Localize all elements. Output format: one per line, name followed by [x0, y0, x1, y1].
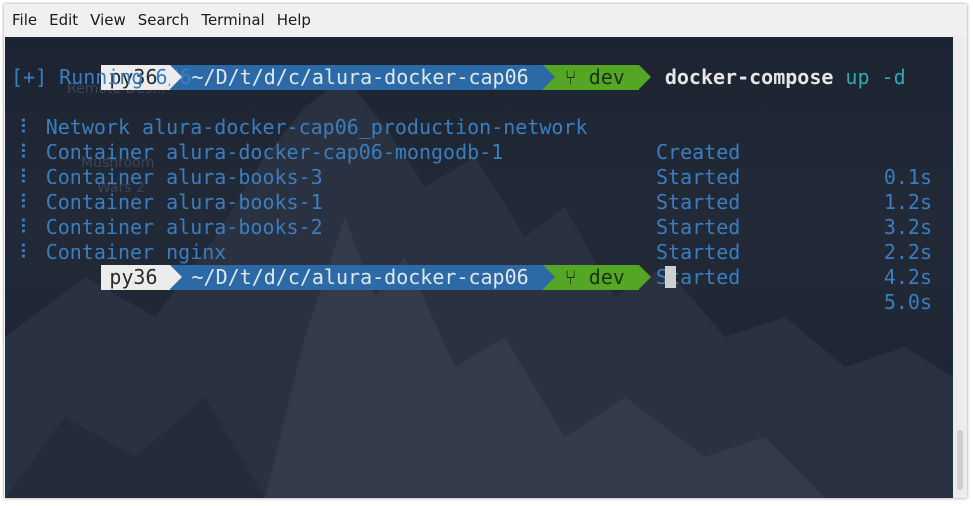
output-row: ⠇ Container alura-books-2 Started 4.2s	[5, 190, 953, 289]
terminal-output: py36 ~/D/t/d/c/alura-docker-cap06 ⑂ dev doc…	[5, 40, 953, 314]
env-name: py36	[109, 265, 158, 289]
resource-time: 4.2s	[883, 265, 932, 289]
menubar: File Edit View Search Terminal Help	[4, 4, 967, 37]
terminal-window: File Edit View Search Terminal Help Remo…	[4, 4, 967, 498]
prompt-line: py36 ~/D/t/d/c/alura-docker-cap06 ⑂ dev	[5, 240, 953, 290]
cwd-path: ~/D/t/d/c/alura-docker-cap06	[191, 265, 529, 289]
prompt-line: py36 ~/D/t/d/c/alura-docker-cap06 ⑂ dev doc…	[5, 40, 953, 90]
menu-edit[interactable]: Edit	[43, 4, 84, 37]
terminal-area[interactable]: Remote Des... Mushroom Wars 2 py36~/D/t/…	[5, 37, 953, 498]
scrollbar-thumb[interactable]	[957, 430, 963, 490]
menu-help[interactable]: Help	[271, 4, 317, 37]
branch-icon: ⑂	[564, 265, 577, 289]
output-row: ⠇ Container alura-books-1 Started 2.2s	[5, 165, 953, 264]
status-line: [+] Running 6/6	[5, 65, 953, 90]
resource-time: 5.0s	[883, 290, 932, 314]
menu-view[interactable]: View	[84, 4, 132, 37]
output-row: ⠇ Container alura-docker-cap06-mongodb-1…	[5, 115, 953, 214]
prompt-path-segment: ~/D/t/d/c/alura-docker-cap06	[169, 265, 555, 290]
output-row: ⠇ Container alura-books-3 Started 3.2s	[5, 140, 953, 239]
scrollbar[interactable]	[953, 37, 967, 498]
output-row: ⠇ Container nginx Started 5.0s	[5, 215, 953, 314]
git-branch: dev	[588, 265, 625, 289]
prompt-git-segment: ⑂ dev	[542, 265, 651, 290]
menu-file[interactable]: File	[4, 4, 43, 37]
menu-terminal[interactable]: Terminal	[195, 4, 270, 37]
text-cursor[interactable]	[664, 266, 676, 288]
menu-search[interactable]: Search	[132, 4, 196, 37]
output-row: ⠇ Network alura-docker-cap06_production-…	[5, 90, 953, 189]
prompt-env-segment: py36	[101, 265, 182, 290]
running-status: [+] Running 6/6	[11, 65, 192, 89]
